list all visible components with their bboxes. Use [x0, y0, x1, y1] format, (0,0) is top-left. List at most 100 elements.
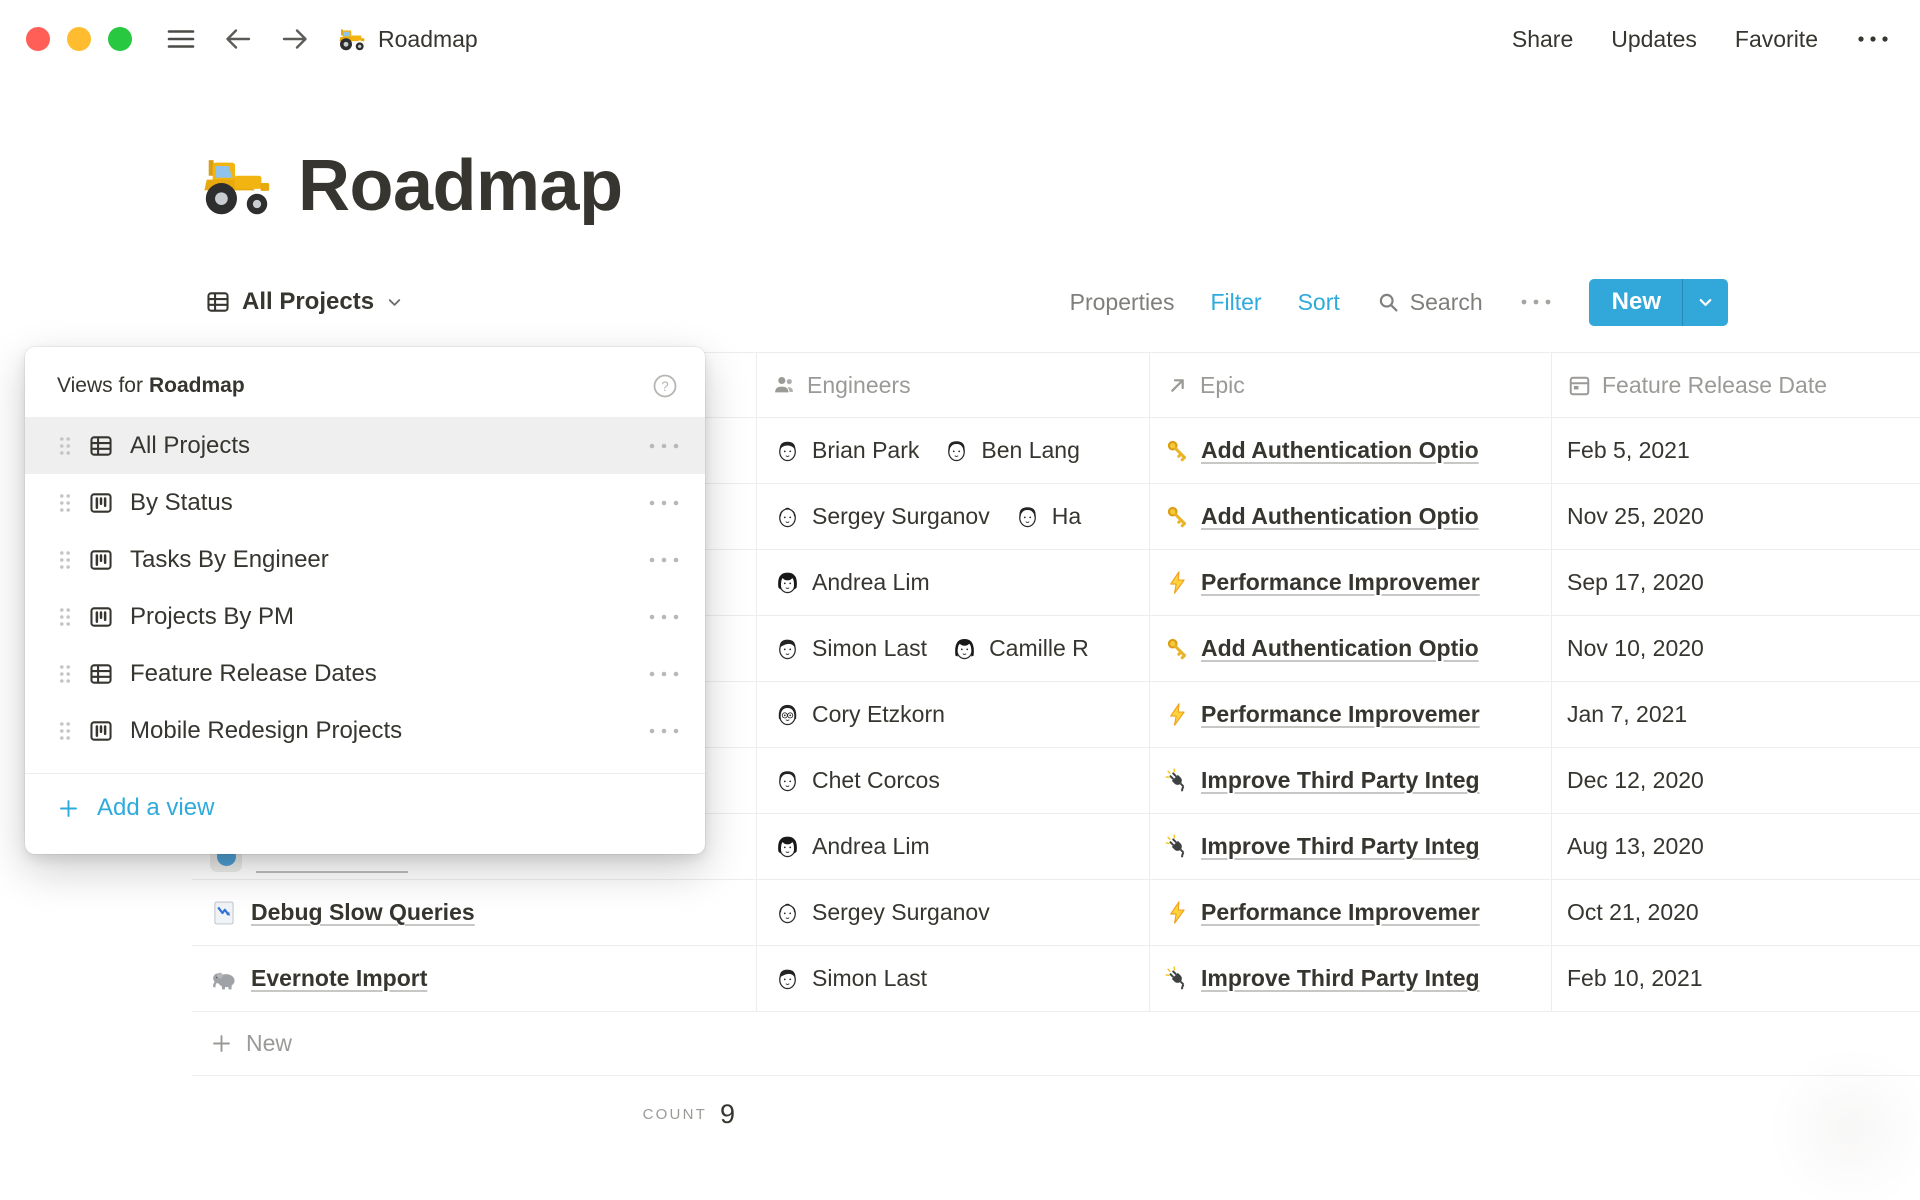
epic-cell[interactable]: Improve Third Party Integ	[1150, 814, 1552, 879]
view-item-more-icon[interactable]	[647, 555, 681, 565]
epic-cell[interactable]: Add Authentication Optio	[1150, 484, 1552, 549]
view-item-more-icon[interactable]	[647, 441, 681, 451]
epic-link[interactable]: Improve Third Party Integ	[1201, 833, 1480, 860]
view-item-mobile-redesign-projects[interactable]: Mobile Redesign Projects	[25, 702, 705, 759]
add-view-button[interactable]: Add a view	[25, 774, 705, 842]
engineers-cell[interactable]: Andrea Lim	[757, 550, 1150, 615]
page-title-link[interactable]: Evernote Import	[251, 965, 427, 992]
epic-link[interactable]: Add Authentication Optio	[1201, 635, 1479, 662]
person-chip[interactable]: Andrea Lim	[772, 831, 930, 862]
release-date-cell[interactable]: Nov 25, 2020	[1552, 484, 1920, 549]
epic-cell[interactable]: Performance Improvemer	[1150, 682, 1552, 747]
epic-link[interactable]: Add Authentication Optio	[1201, 437, 1479, 464]
person-chip[interactable]: Camille R	[949, 633, 1089, 664]
person-chip[interactable]: Chet Corcos	[772, 765, 940, 796]
column-header-label: Epic	[1200, 372, 1245, 399]
engineers-cell[interactable]: Simon Last	[757, 946, 1150, 1011]
epic-link[interactable]: Improve Third Party Integ	[1201, 767, 1480, 794]
view-item-more-icon[interactable]	[647, 612, 681, 622]
view-item-more-icon[interactable]	[647, 669, 681, 679]
sort-button[interactable]: Sort	[1298, 289, 1340, 316]
person-chip[interactable]: Ha	[1012, 501, 1081, 532]
release-date-cell[interactable]: Jan 7, 2021	[1552, 682, 1920, 747]
person-chip[interactable]: Sergey Surganov	[772, 897, 990, 928]
epic-cell[interactable]: Add Authentication Optio	[1150, 616, 1552, 681]
search-button[interactable]: Search	[1376, 289, 1483, 316]
new-button[interactable]: New	[1589, 279, 1682, 326]
help-icon[interactable]: ?	[651, 372, 679, 400]
epic-link[interactable]: Performance Improvemer	[1201, 701, 1480, 728]
name-cell[interactable]: Debug Slow Queries	[192, 880, 757, 945]
epic-cell[interactable]: Performance Improvemer	[1150, 550, 1552, 615]
view-item-feature-release-dates[interactable]: Feature Release Dates	[25, 645, 705, 702]
engineers-cell[interactable]: Cory Etzkorn	[757, 682, 1150, 747]
breadcrumb-label: Roadmap	[378, 26, 478, 53]
name-cell[interactable]: Evernote Import	[192, 946, 757, 1011]
close-window-button[interactable]	[26, 27, 50, 51]
release-date-cell[interactable]: Feb 10, 2021	[1552, 946, 1920, 1011]
engineers-cell[interactable]: Brian Park Ben Lang	[757, 418, 1150, 483]
new-dropdown-chevron-icon[interactable]	[1682, 279, 1728, 326]
zoom-window-button[interactable]	[108, 27, 132, 51]
release-date-cell[interactable]: Dec 12, 2020	[1552, 748, 1920, 813]
view-item-more-icon[interactable]	[647, 726, 681, 736]
table-more-icon[interactable]	[1519, 297, 1553, 307]
person-chip[interactable]: Ben Lang	[941, 435, 1079, 466]
release-date-cell[interactable]: Sep 17, 2020	[1552, 550, 1920, 615]
drag-handle-icon[interactable]	[57, 720, 73, 742]
sidebar-menu-icon[interactable]	[166, 26, 196, 52]
updates-button[interactable]: Updates	[1611, 26, 1697, 53]
view-item-tasks-by-engineer[interactable]: Tasks By Engineer	[25, 531, 705, 588]
tractor-page-icon[interactable]	[198, 146, 276, 224]
page-title-link[interactable]: Debug Slow Queries	[251, 899, 475, 926]
person-chip[interactable]: Simon Last	[772, 963, 927, 994]
view-item-all-projects[interactable]: All Projects	[25, 417, 705, 474]
person-chip[interactable]: Cory Etzkorn	[772, 699, 945, 730]
epic-link[interactable]: Add Authentication Optio	[1201, 503, 1479, 530]
column-header-engineers[interactable]: Engineers	[757, 353, 1150, 417]
view-item-more-icon[interactable]	[647, 498, 681, 508]
count-value[interactable]: 9	[720, 1099, 735, 1130]
engineers-cell[interactable]: Sergey Surganov	[757, 880, 1150, 945]
column-header-epic[interactable]: Epic	[1150, 353, 1552, 417]
properties-button[interactable]: Properties	[1070, 289, 1175, 316]
release-date-cell[interactable]: Aug 13, 2020	[1552, 814, 1920, 879]
epic-cell[interactable]: Improve Third Party Integ	[1150, 748, 1552, 813]
column-header-feature-release-date[interactable]: Feature Release Date	[1552, 353, 1920, 417]
share-button[interactable]: Share	[1512, 26, 1573, 53]
new-row-button[interactable]: New	[192, 1012, 1920, 1076]
engineers-cell[interactable]: Andrea Lim	[757, 814, 1150, 879]
release-date-cell[interactable]: Nov 10, 2020	[1552, 616, 1920, 681]
release-date-cell[interactable]: Oct 21, 2020	[1552, 880, 1920, 945]
view-item-projects-by-pm[interactable]: Projects By PM	[25, 588, 705, 645]
person-chip[interactable]: Simon Last	[772, 633, 927, 664]
epic-link[interactable]: Improve Third Party Integ	[1201, 965, 1480, 992]
more-menu-icon[interactable]	[1856, 34, 1890, 44]
minimize-window-button[interactable]	[67, 27, 91, 51]
breadcrumb[interactable]: Roadmap	[337, 24, 478, 54]
view-chooser[interactable]: All Projects	[205, 288, 404, 316]
epic-cell[interactable]: Improve Third Party Integ	[1150, 946, 1552, 1011]
view-item-label: Mobile Redesign Projects	[130, 717, 402, 745]
engineers-cell[interactable]: Chet Corcos	[757, 748, 1150, 813]
engineers-cell[interactable]: Simon Last Camille R	[757, 616, 1150, 681]
person-chip[interactable]: Brian Park	[772, 435, 919, 466]
person-chip[interactable]: Sergey Surganov	[772, 501, 990, 532]
drag-handle-icon[interactable]	[57, 663, 73, 685]
epic-link[interactable]: Performance Improvemer	[1201, 569, 1480, 596]
drag-handle-icon[interactable]	[57, 492, 73, 514]
person-chip[interactable]: Andrea Lim	[772, 567, 930, 598]
view-item-by-status[interactable]: By Status	[25, 474, 705, 531]
epic-cell[interactable]: Add Authentication Optio	[1150, 418, 1552, 483]
favorite-button[interactable]: Favorite	[1735, 26, 1818, 53]
back-arrow-icon[interactable]	[223, 25, 253, 53]
epic-link[interactable]: Performance Improvemer	[1201, 899, 1480, 926]
drag-handle-icon[interactable]	[57, 435, 73, 457]
drag-handle-icon[interactable]	[57, 606, 73, 628]
filter-button[interactable]: Filter	[1210, 289, 1261, 316]
engineers-cell[interactable]: Sergey Surganov Ha	[757, 484, 1150, 549]
release-date-cell[interactable]: Feb 5, 2021	[1552, 418, 1920, 483]
forward-arrow-icon[interactable]	[280, 25, 310, 53]
epic-cell[interactable]: Performance Improvemer	[1150, 880, 1552, 945]
drag-handle-icon[interactable]	[57, 549, 73, 571]
